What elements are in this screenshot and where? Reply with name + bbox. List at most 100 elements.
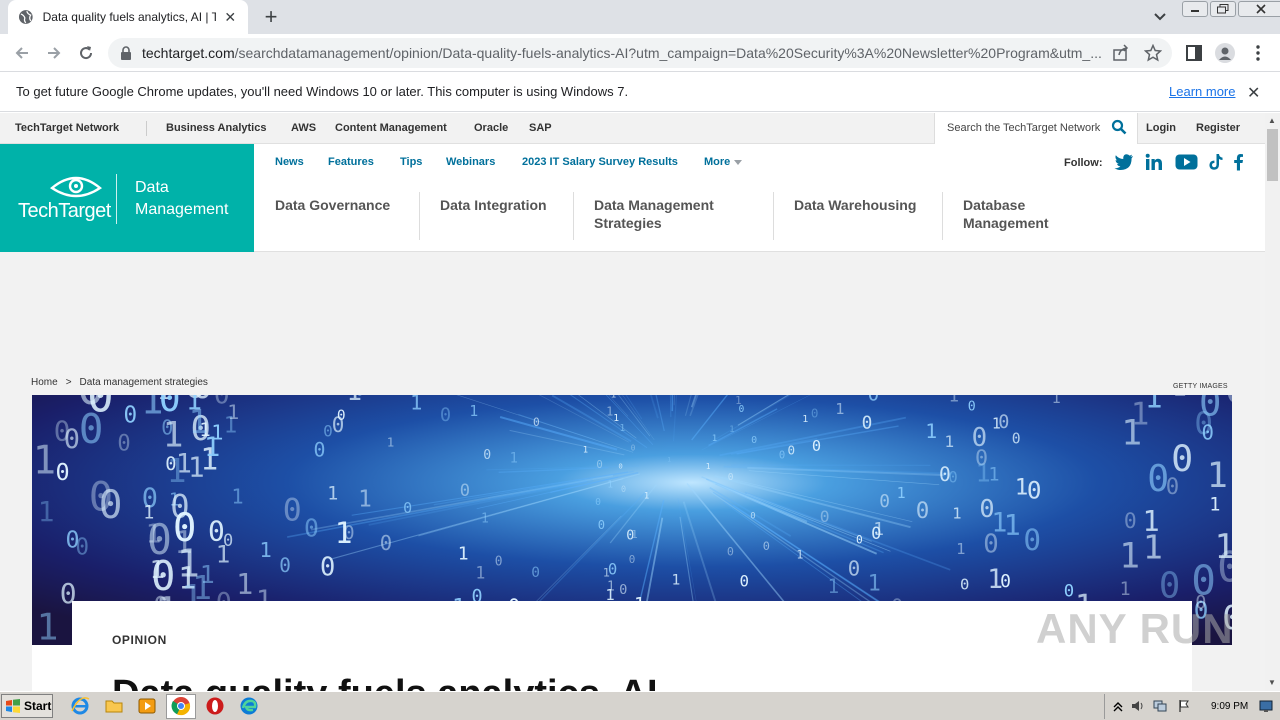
topic-label: Data Integration [440,197,547,213]
breadcrumb-current-link[interactable]: Data management strategies [80,377,208,388]
side-panel-icon[interactable] [1184,43,1204,63]
url-host: techtarget.com [142,45,235,61]
chrome-icon[interactable] [171,696,191,716]
start-button[interactable]: Start [1,694,53,718]
tab-search-chevron-icon[interactable] [1150,8,1170,26]
page-scrollbar[interactable]: ▲ ▼ [1265,113,1280,691]
hero-digit: 0 [1194,406,1213,442]
site-name-line1: Data [135,179,169,196]
hero-digit: 0 [629,553,636,566]
edge-icon[interactable] [239,696,259,716]
subnav-news[interactable]: News [275,156,304,168]
subnav-salary-survey[interactable]: 2023 IT Salary Survey Results [522,156,678,168]
media-player-icon[interactable] [137,696,157,716]
network-link-sap[interactable]: SAP [529,122,552,134]
tray-expand-arrow-icon[interactable] [1111,699,1125,713]
kebab-menu-icon[interactable] [1248,43,1268,63]
subnav-features[interactable]: Features [328,156,374,168]
web-page: TechTarget Network Business Analytics AW… [0,113,1265,691]
bookmark-star-icon[interactable] [1144,44,1162,62]
scrollbar-thumb[interactable] [1267,129,1278,181]
breadcrumb-home-link[interactable]: Home [31,377,58,388]
profile-avatar-icon[interactable] [1215,43,1235,63]
hero-digit: 0 [64,424,80,455]
topic-data-governance[interactable]: Data Governance [275,196,390,214]
register-link[interactable]: Register [1196,122,1240,134]
hero-digit: 1 [583,446,588,456]
subnav-tips[interactable]: Tips [400,156,422,168]
topic-label: Data Warehousing [794,197,917,213]
search-icon[interactable] [1111,119,1127,135]
twitter-icon[interactable] [1114,153,1134,171]
update-infobar: To get future Google Chrome updates, you… [0,72,1280,112]
linkedin-icon[interactable] [1145,153,1163,171]
techtarget-logo[interactable]: TechTarget Data Management [0,144,254,252]
scroll-down-arrow-icon[interactable]: ▼ [1268,678,1276,687]
hero-digit: 1 [944,432,954,451]
action-center-flag-icon[interactable] [1177,699,1191,713]
site-name: Data Management [135,177,228,221]
hero-digit: 0 [972,423,988,453]
network-link-oracle[interactable]: Oracle [474,122,508,134]
hero-digit: 0 [598,518,605,532]
scroll-up-arrow-icon[interactable]: ▲ [1268,116,1276,125]
browser-tab[interactable]: Data quality fuels analytics, AI | TechT… [8,0,248,34]
volume-icon[interactable] [1131,699,1145,713]
hero-digit: 0 [1217,543,1232,592]
topic-data-integration[interactable]: Data Integration [440,196,547,214]
lock-icon[interactable] [120,46,132,60]
opera-icon[interactable] [205,696,225,716]
topic-database-management[interactable]: Database Management [963,196,1049,232]
hero-digit: 0 [608,561,617,579]
subnav-more[interactable]: More [704,156,743,168]
network-brand-link[interactable]: TechTarget Network [15,122,119,134]
minimize-button[interactable] [1182,1,1208,17]
breadcrumb: Home > Data management strategies [31,377,208,388]
network-link-content-management[interactable]: Content Management [335,122,447,134]
address-bar[interactable]: techtarget.com/searchdatamanagement/opin… [108,38,1172,68]
restore-button[interactable] [1210,1,1236,17]
hero-digit: 0 [380,531,392,555]
hero-digit: 1 [712,434,717,444]
hero-digit: 0 [531,565,540,581]
file-explorer-icon[interactable] [104,696,124,716]
network-link-aws[interactable]: AWS [291,122,316,134]
forward-button[interactable] [42,41,66,65]
network-link-business-analytics[interactable]: Business Analytics [166,122,266,134]
window-close-button[interactable] [1238,1,1280,17]
hero-digit: 1 [236,568,253,601]
infobar-close-icon[interactable]: ✕ [1247,83,1260,103]
share-icon[interactable] [1112,44,1130,62]
topic-data-warehousing[interactable]: Data Warehousing [794,196,916,214]
start-label: Start [24,699,52,713]
show-desktop-icon[interactable] [1259,699,1273,713]
topic-data-management-strategies[interactable]: Data Management Strategies [594,196,714,232]
network-search-input[interactable]: Search the TechTarget Network [934,113,1138,144]
youtube-icon[interactable] [1175,153,1198,171]
facebook-icon[interactable] [1233,153,1244,171]
network-icon[interactable] [1153,699,1167,713]
hero-digit: 1 [1120,579,1131,600]
window-controls [1182,1,1280,17]
hero-digit: 1 [802,414,808,425]
hero-digit: 0 [1166,474,1179,500]
hero-digit: 0 [983,530,998,560]
window-close-icon [1256,4,1266,14]
back-button[interactable] [10,41,34,65]
tiktok-icon[interactable] [1208,153,1224,171]
login-link[interactable]: Login [1146,122,1176,134]
reload-button[interactable] [74,41,98,65]
learn-more-link[interactable]: Learn more [1169,84,1235,99]
hero-digit: 0 [1230,424,1232,457]
reload-icon [80,46,93,60]
new-tab-button[interactable]: + [258,4,284,30]
hero-digit: 1 [33,439,56,484]
internet-explorer-icon[interactable] [70,696,90,716]
anyrun-watermark: ANY RUN [1036,605,1234,652]
tab-close-icon[interactable]: ✕ [222,9,238,26]
hero-digit: 0 [631,444,636,453]
hero-digit: 1 [952,504,961,522]
hero-digit: 0 [998,412,1009,433]
taskbar-clock[interactable]: 9:09 PM [1211,701,1248,712]
subnav-webinars[interactable]: Webinars [446,156,495,168]
